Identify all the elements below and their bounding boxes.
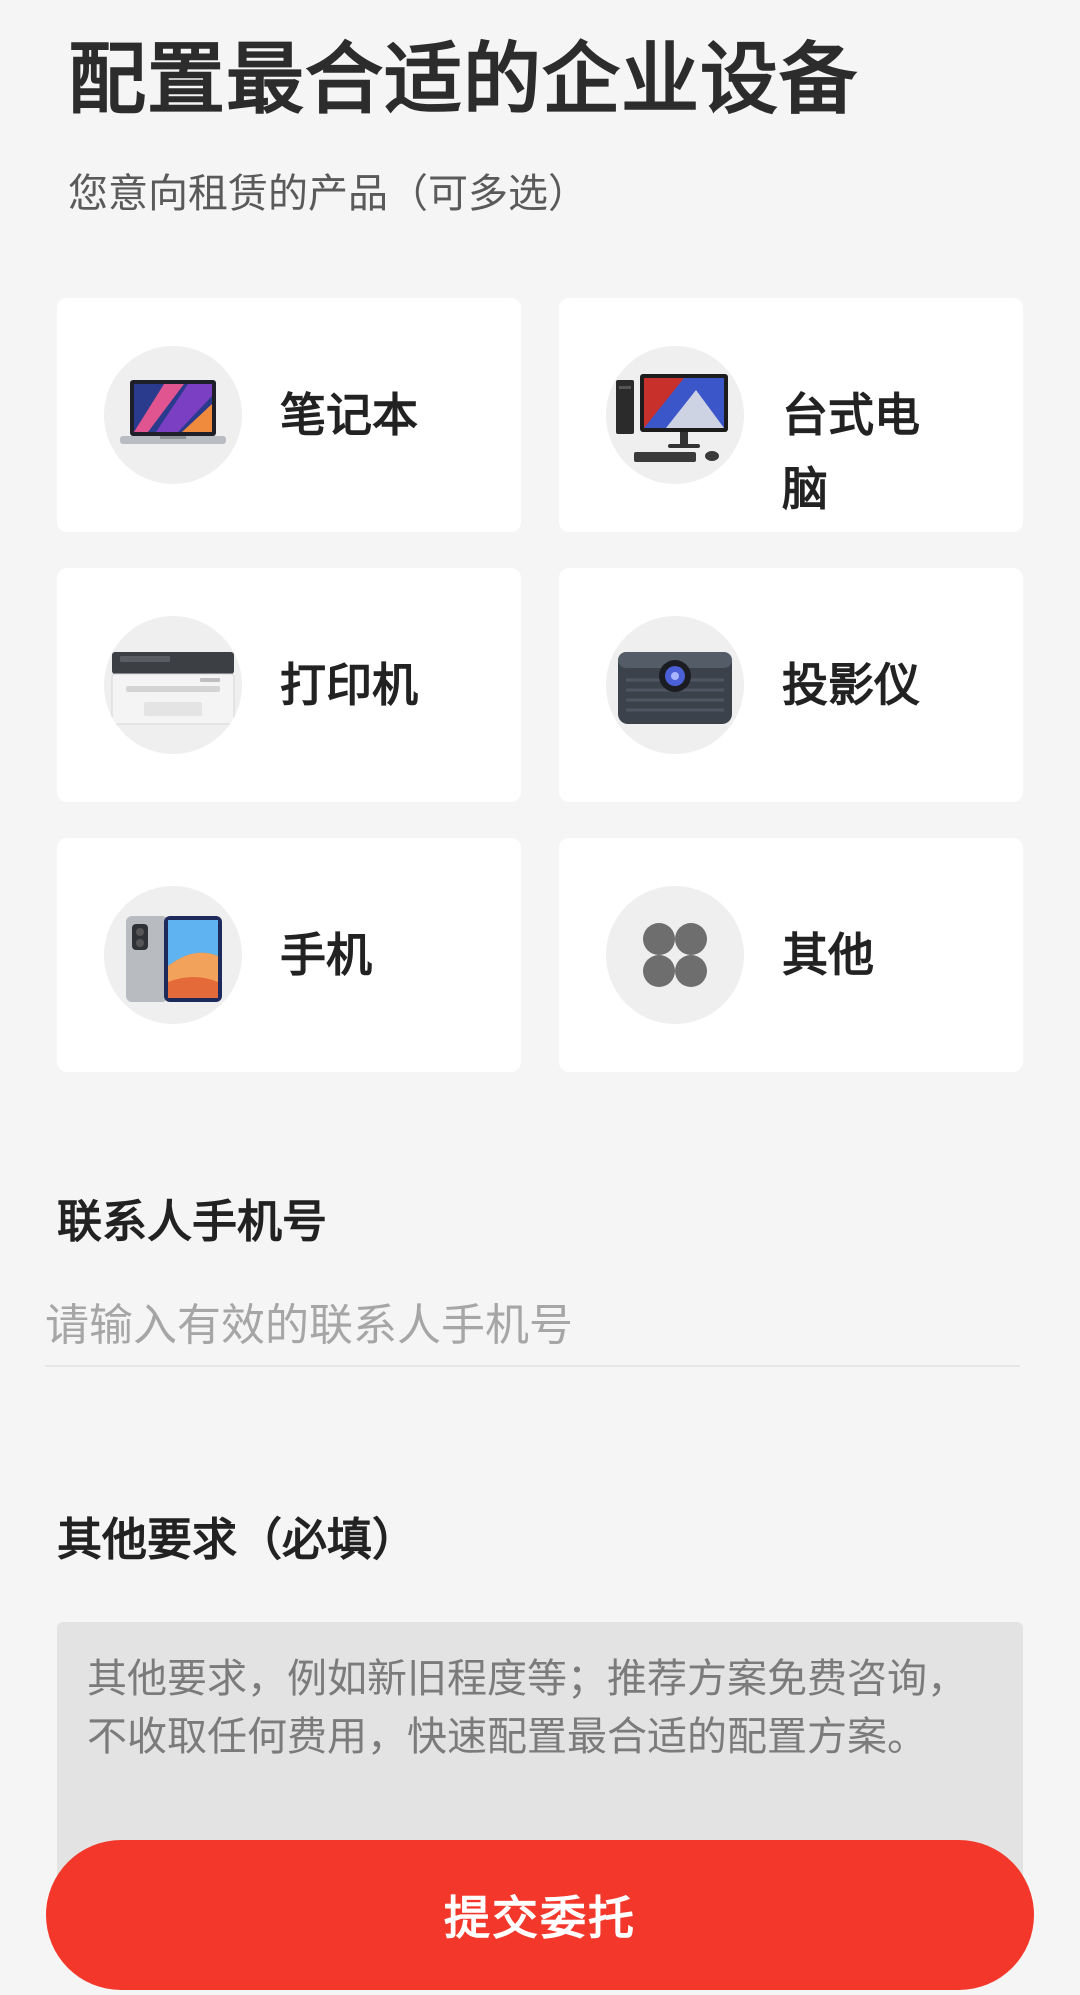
product-card-projector[interactable]: 投影仪 bbox=[559, 568, 1023, 802]
product-card-phone[interactable]: 手机 bbox=[57, 838, 521, 1072]
product-grid: 笔记本 台式电脑 打印机 投影仪 手机 其他 bbox=[57, 298, 1023, 1072]
printer-icon bbox=[104, 616, 242, 754]
page-subtitle: 您意向租赁的产品（可多选） bbox=[68, 171, 588, 217]
four-dots-icon bbox=[606, 886, 744, 1024]
product-label-phone: 手机 bbox=[280, 928, 372, 982]
product-label-other: 其他 bbox=[782, 928, 874, 982]
product-card-desktop[interactable]: 台式电脑 bbox=[559, 298, 1023, 532]
product-label-laptop: 笔记本 bbox=[280, 388, 418, 442]
product-card-printer[interactable]: 打印机 bbox=[57, 568, 521, 802]
laptop-icon bbox=[104, 346, 242, 484]
desktop-computer-icon bbox=[606, 346, 744, 484]
submit-button[interactable]: 提交委托 bbox=[46, 1840, 1034, 1990]
requirements-label: 其他要求（必填） bbox=[57, 1513, 418, 1566]
product-card-other[interactable]: 其他 bbox=[559, 838, 1023, 1072]
product-card-laptop[interactable]: 笔记本 bbox=[57, 298, 521, 532]
projector-icon bbox=[606, 616, 744, 754]
contact-phone-label: 联系人手机号 bbox=[57, 1195, 328, 1248]
product-label-desktop: 台式电脑 bbox=[782, 388, 920, 516]
phone-icon bbox=[104, 886, 242, 1024]
page-title: 配置最合适的企业设备 bbox=[68, 35, 859, 125]
product-label-projector: 投影仪 bbox=[782, 658, 920, 712]
contact-phone-input[interactable] bbox=[45, 1285, 1020, 1367]
product-label-printer: 打印机 bbox=[280, 658, 418, 712]
